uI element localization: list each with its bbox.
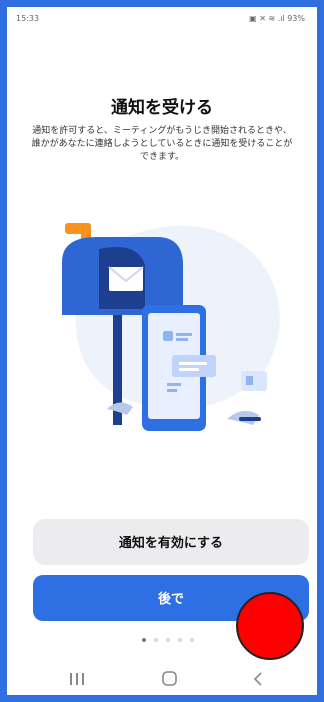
pagination-dot bbox=[178, 638, 182, 642]
pagination-dot bbox=[154, 638, 158, 642]
page-description: 通知を許可すると、ミーティングがもうじき開始されるときや、誰かがあなたに連絡しよ… bbox=[31, 126, 293, 162]
touch-indicator-marker bbox=[236, 592, 304, 660]
page-title: 通知を受ける bbox=[111, 98, 213, 118]
pagination-dot bbox=[190, 638, 194, 642]
recent-apps-icon[interactable] bbox=[65, 670, 89, 688]
chat-bubble-icon bbox=[172, 355, 216, 377]
mailbox-phone-illustration bbox=[62, 223, 280, 431]
pagination-dot-active bbox=[142, 638, 146, 642]
back-icon[interactable] bbox=[247, 670, 271, 688]
enable-notifications-button[interactable]: 通知を有効にする bbox=[33, 519, 309, 565]
notification-onboarding-screen: 15:33 ▣ ✕ ≋ .ıl 93% 通知を受ける 通知を許可すると、ミーティ… bbox=[7, 7, 317, 695]
status-bar: 15:33 ▣ ✕ ≋ .ıl 93% bbox=[7, 7, 317, 31]
home-icon[interactable] bbox=[157, 670, 181, 688]
system-nav-bar bbox=[7, 662, 317, 695]
pagination-dots bbox=[142, 638, 212, 644]
mailbox-flag-top bbox=[65, 223, 91, 234]
status-indicators: ▣ ✕ ≋ .ıl 93% bbox=[249, 14, 305, 23]
pagination-dot bbox=[166, 638, 170, 642]
status-time: 15:33 bbox=[16, 14, 40, 23]
contact-card-icon bbox=[241, 371, 267, 391]
